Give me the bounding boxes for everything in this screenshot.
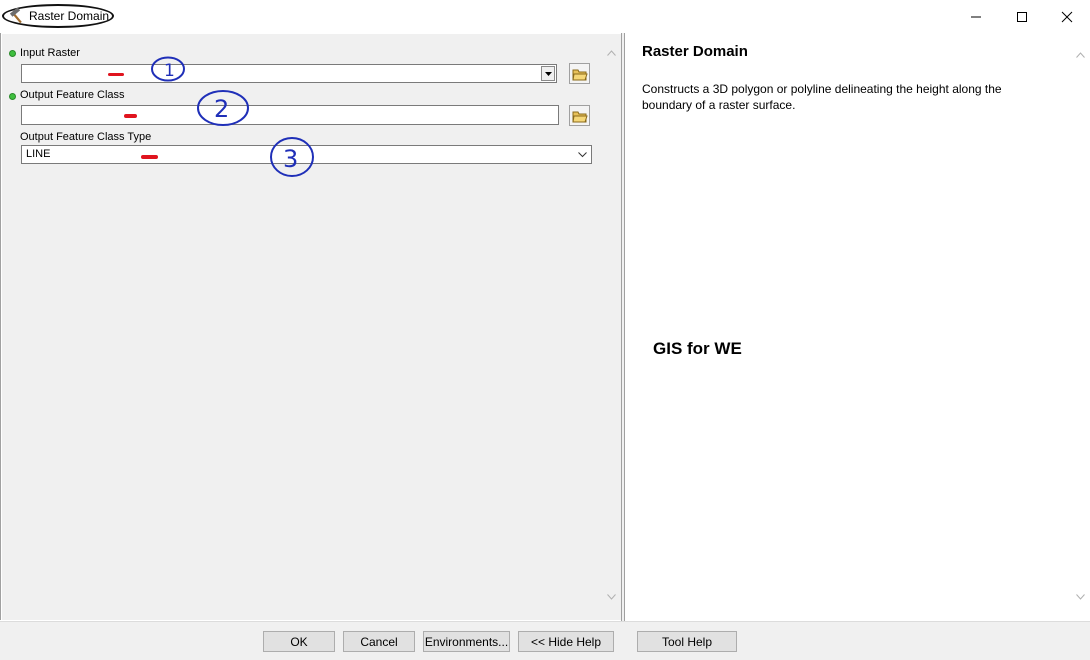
ok-button[interactable]: OK [263,631,335,652]
required-indicator-icon [9,50,16,57]
parameters-scrollbar[interactable] [602,34,621,620]
output-type-label: Output Feature Class Type [20,131,152,143]
chevron-down-icon [578,152,587,158]
help-panel [626,34,1072,620]
tool-help-button[interactable]: Tool Help [637,631,737,652]
help-description: Constructs a 3D polygon or polyline deli… [642,82,1002,112]
close-button[interactable] [1044,0,1090,33]
left-border [0,33,1,620]
scroll-down-icon[interactable] [1076,594,1085,600]
output-feature-class-label: Output Feature Class [20,89,125,101]
svg-text:1: 1 [164,61,175,81]
annotation-circle-1: 1 [151,56,185,82]
minimize-icon [971,16,981,17]
pane-splitter[interactable] [621,33,625,621]
maximize-icon [1017,11,1027,22]
svg-text:3: 3 [283,145,298,173]
title-bar [0,0,1090,33]
svg-text:2: 2 [214,95,229,123]
output-feature-class-browse-button[interactable] [569,105,590,126]
input-raster-combobox[interactable] [21,64,557,83]
help-title: Raster Domain [642,43,748,60]
annotation-circle-2: 2 [197,90,249,126]
input-raster-browse-button[interactable] [569,63,590,84]
scroll-up-icon[interactable] [1076,52,1085,58]
output-type-value: LINE [26,148,51,160]
output-feature-class-input[interactable] [21,105,559,125]
dropdown-arrow-icon[interactable] [541,66,555,81]
minimize-button[interactable] [953,0,999,33]
watermark-text: GIS for WE [653,339,742,358]
open-folder-icon [571,111,588,122]
red-mark [141,155,158,159]
red-mark [124,114,137,118]
required-indicator-icon [9,93,16,100]
help-scrollbar[interactable] [1072,34,1090,620]
annotation-circle-3: 3 [270,137,314,177]
scroll-up-icon[interactable] [607,50,616,56]
hammer-tool-icon [9,7,25,24]
environments-button[interactable]: Environments... [423,631,510,652]
input-raster-label: Input Raster [20,47,80,59]
close-icon [1061,11,1073,22]
window-title: Raster Domain [29,9,110,23]
red-mark [108,73,124,76]
scroll-down-icon[interactable] [607,594,616,600]
cancel-button[interactable]: Cancel [343,631,415,652]
hide-help-button[interactable]: << Hide Help [518,631,614,652]
maximize-button[interactable] [999,0,1045,33]
open-folder-icon [571,69,588,80]
